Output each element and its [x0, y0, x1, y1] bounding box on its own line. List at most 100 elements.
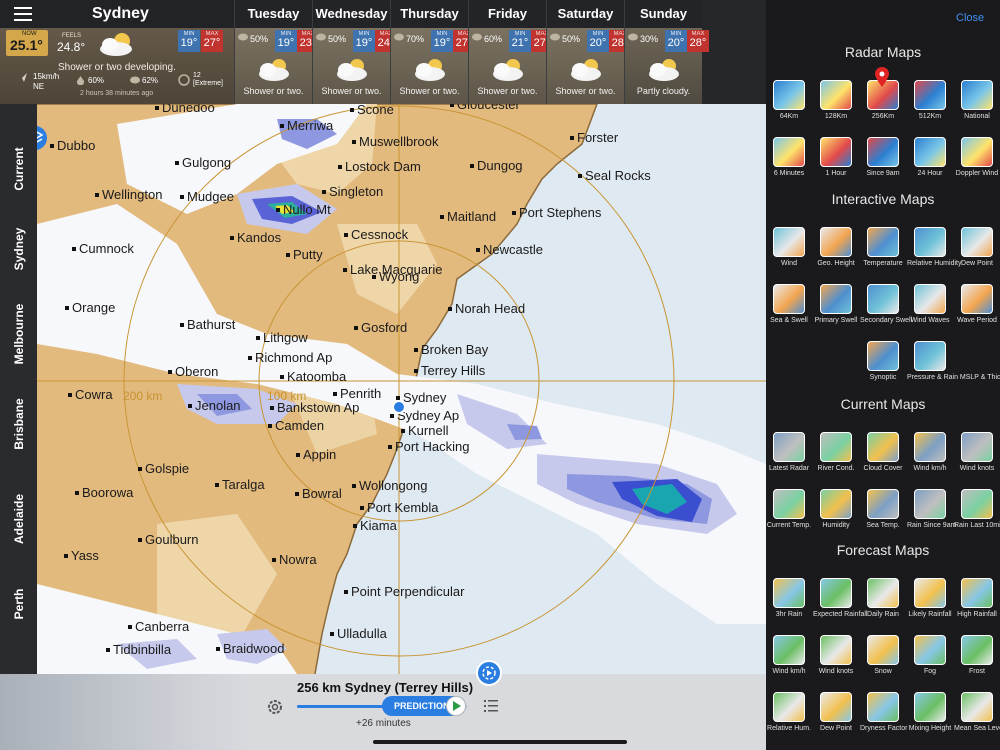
map-tile[interactable]: Secondary Swell: [860, 284, 912, 336]
map-tile[interactable]: Wind Waves: [907, 284, 953, 336]
map-tile-label: Latest Radar: [768, 465, 810, 472]
map-tile[interactable]: Primary Swell: [813, 284, 859, 336]
map-tile[interactable]: Temperature: [860, 227, 906, 279]
map-tile[interactable]: Humidity: [813, 489, 859, 541]
place-label: Kiama: [360, 518, 398, 533]
map-tile[interactable]: Wave Period: [954, 284, 1000, 336]
map-tile[interactable]: Mixing Height: [907, 692, 953, 744]
map-tile[interactable]: Daily Rain: [860, 578, 906, 630]
day-min: MIN 19°: [431, 30, 453, 52]
map-tile[interactable]: Synoptic: [860, 341, 906, 393]
place-marker: [180, 195, 184, 199]
selected-pin-icon: [874, 66, 890, 93]
map-tile[interactable]: Pressure & Rain MSLP & Thick.: [907, 341, 1000, 393]
place-label: Jenolan: [195, 398, 241, 413]
map-tile[interactable]: Current Temp.: [766, 489, 812, 541]
rain-drop-icon: [550, 33, 560, 41]
animation-toggle-icon[interactable]: [476, 660, 502, 686]
map-tile[interactable]: Wind km/h: [766, 635, 812, 687]
map-tile[interactable]: High Rainfall: [954, 578, 1000, 630]
map-tile[interactable]: Dew Point: [813, 692, 859, 744]
map-tile[interactable]: Sea Temp.: [860, 489, 906, 541]
map-tile[interactable]: Snow: [860, 635, 906, 687]
map-tile[interactable]: Wind knots: [954, 432, 1000, 484]
map-tile[interactable]: Rain Last 10min: [954, 489, 1000, 541]
map-tile[interactable]: 64Km: [766, 80, 812, 132]
hamburger-icon[interactable]: [14, 7, 32, 21]
map-tile[interactable]: Since 9am: [860, 137, 906, 189]
map-tile[interactable]: Geo. Height: [813, 227, 859, 279]
map-tile[interactable]: Dew Point: [954, 227, 1000, 279]
place-label: Mudgee: [187, 189, 234, 204]
place-marker: [414, 348, 418, 352]
place-marker: [188, 404, 192, 408]
map-tile-label: Wind knots: [818, 668, 854, 675]
map-tile[interactable]: Rain Since 9am: [907, 489, 956, 541]
map-tile[interactable]: Relative Hum.: [766, 692, 812, 744]
map-thumbnail-icon: [914, 692, 946, 722]
map-tile[interactable]: Fog: [907, 635, 953, 687]
day-min: MIN 20°: [665, 30, 687, 52]
settings-gear-icon[interactable]: [266, 698, 284, 716]
side-tab-sydney[interactable]: Sydney: [0, 214, 37, 284]
map-tile[interactable]: Expected Rainfall: [813, 578, 867, 630]
map-tile[interactable]: Relative Humidity: [907, 227, 961, 279]
forecast-day-2[interactable]: Thursday 70% MIN 19° MAX 27° Shower or two.: [390, 0, 475, 104]
map-tile[interactable]: Mean Sea Level: [954, 692, 1000, 744]
place-label: Dubbo: [57, 138, 95, 153]
cloud-sun-icon: [100, 33, 132, 56]
map-thumbnail-icon: [867, 578, 899, 608]
forecast-day-0[interactable]: Tuesday 50% MIN 19° MAX 23° Shower or two.: [234, 0, 319, 104]
map-thumbnail-icon: [773, 692, 805, 722]
place-label: Gloucester: [457, 104, 521, 112]
today-min: MIN 19°: [178, 30, 200, 52]
play-button[interactable]: [446, 696, 466, 716]
map-tile[interactable]: Latest Radar: [766, 432, 812, 484]
close-button[interactable]: Close: [956, 12, 984, 24]
side-tab-melbourne[interactable]: Melbourne: [0, 299, 37, 369]
list-icon[interactable]: [484, 699, 498, 713]
map-tile[interactable]: 1 Hour: [813, 137, 859, 189]
map-tile[interactable]: 24 Hour: [907, 137, 953, 189]
map-tile[interactable]: 6 Minutes: [766, 137, 812, 189]
day-description: Shower or two.: [399, 86, 460, 96]
side-tab-adelaide[interactable]: Adelaide: [0, 484, 37, 554]
radar-map[interactable]: Dunedoo Merriwa Scone Gloucester Forster Dubb…: [37, 104, 766, 674]
side-tab-perth[interactable]: Perth: [0, 569, 37, 639]
map-tile[interactable]: River Cond.: [813, 432, 859, 484]
map-tile[interactable]: 512Km: [907, 80, 953, 132]
map-tile[interactable]: Likely Rainfall: [907, 578, 953, 630]
side-tab-label: Adelaide: [11, 493, 26, 545]
place-label: Nullo Mt: [283, 202, 331, 217]
map-tile[interactable]: Sea & Swell: [766, 284, 812, 336]
map-thumbnail-icon: [773, 432, 805, 462]
map-tile[interactable]: Wind km/h: [907, 432, 953, 484]
map-tile[interactable]: National: [954, 80, 1000, 132]
map-tile[interactable]: Wind knots: [813, 635, 859, 687]
cloud-sun-icon: [259, 59, 289, 81]
side-tab-brisbane[interactable]: Brisbane: [0, 389, 37, 459]
map-tile[interactable]: Wind: [766, 227, 812, 279]
bottom-blur: [0, 674, 250, 750]
forecast-day-5[interactable]: Sunday 30% MIN 20° MAX 28° Partly cloudy.: [624, 0, 709, 104]
map-thumbnail-icon: [961, 80, 993, 110]
map-tile[interactable]: Doppler Wind: [954, 137, 1000, 189]
place-label: Lithgow: [263, 330, 308, 345]
map-tile-label: 512Km: [918, 113, 942, 120]
side-tab-current[interactable]: Current: [0, 134, 37, 204]
place-label: Singleton: [329, 184, 383, 199]
place-marker: [333, 392, 337, 396]
layers-icon[interactable]: [37, 126, 47, 150]
place-marker: [296, 453, 300, 457]
place-marker: [352, 484, 356, 488]
forecast-day-3[interactable]: Friday 60% MIN 21° MAX 27° Shower or two.: [468, 0, 553, 104]
map-tile[interactable]: 128Km: [813, 80, 859, 132]
map-tile[interactable]: 3hr Rain: [766, 578, 812, 630]
current-conditions-panel[interactable]: Sydney NOW 25.1° FEELS 24.8° MIN 19° MAX 2…: [0, 0, 234, 104]
map-tile[interactable]: Dryness Factor: [860, 692, 907, 744]
map-tile[interactable]: Cloud Cover: [860, 432, 906, 484]
map-tile-label: Humidity: [822, 522, 850, 529]
forecast-day-4[interactable]: Saturday 50% MIN 20° MAX 28° Shower or two.: [546, 0, 631, 104]
map-tile[interactable]: Frost: [954, 635, 1000, 687]
forecast-day-1[interactable]: Wednesday 50% MIN 19° MAX 24° Shower or two.: [312, 0, 397, 104]
